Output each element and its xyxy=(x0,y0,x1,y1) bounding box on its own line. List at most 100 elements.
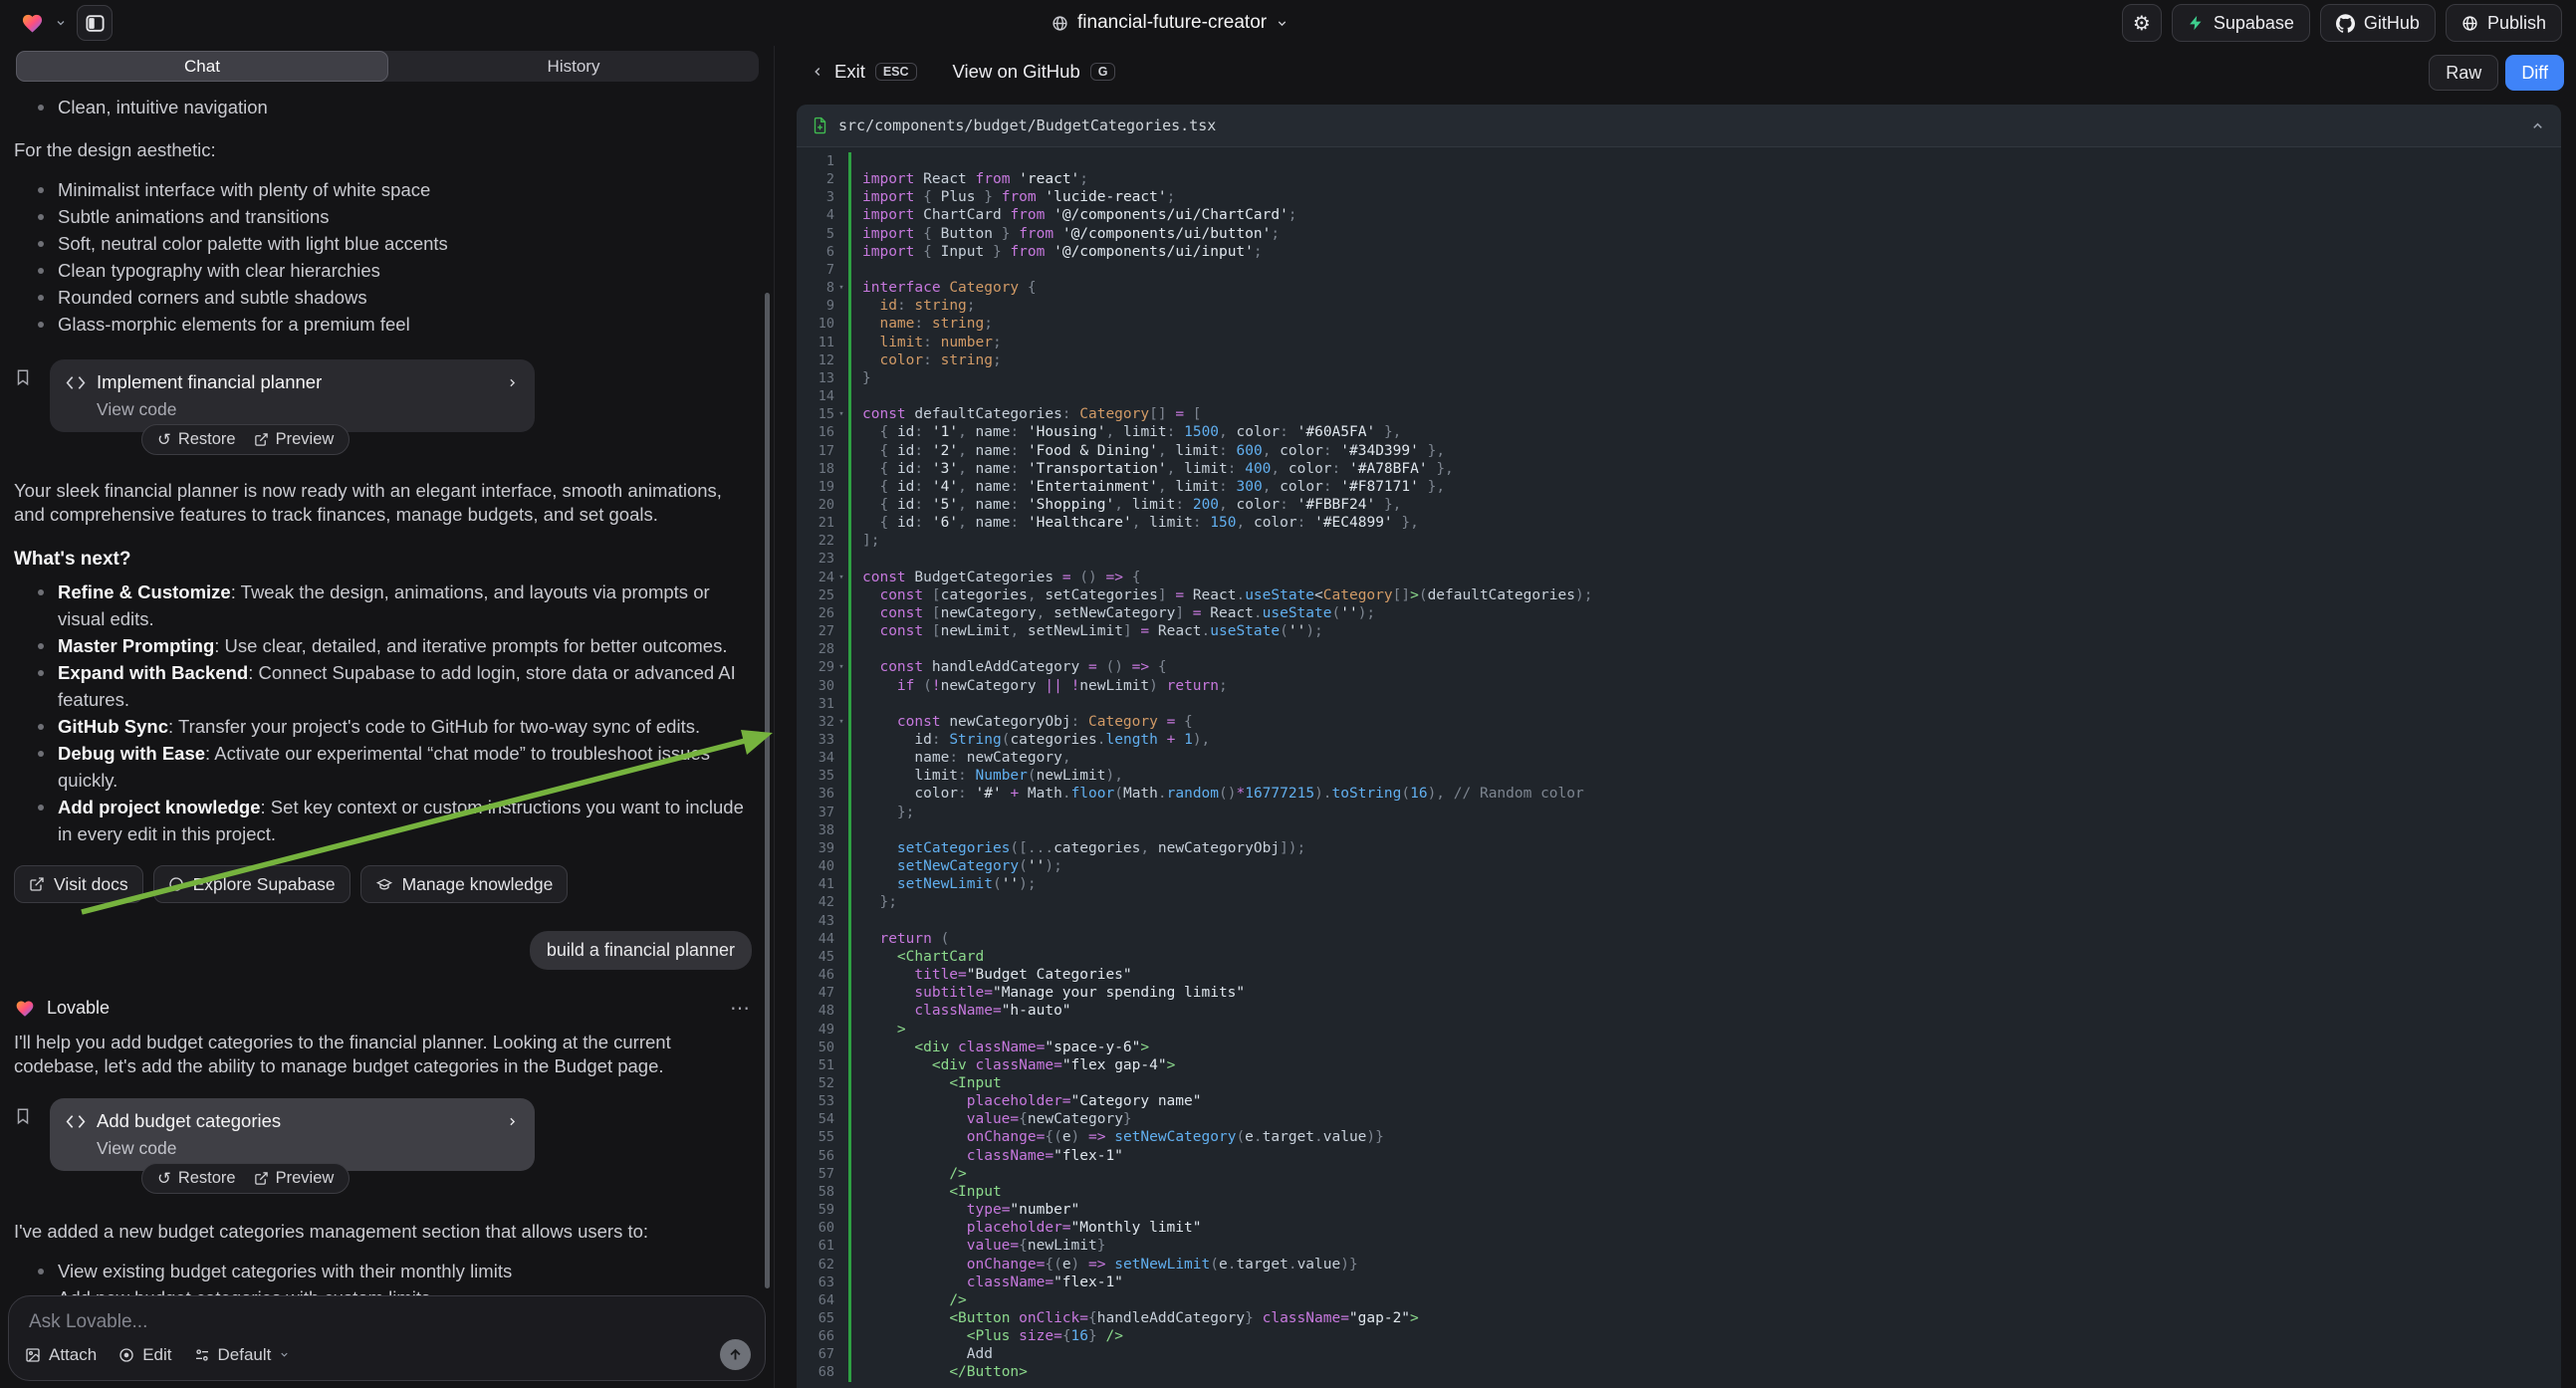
line-number: 59 xyxy=(797,1201,834,1219)
chevron-down-icon[interactable] xyxy=(55,17,67,29)
code-line: 64 /> xyxy=(797,1291,2561,1309)
tab-history[interactable]: History xyxy=(388,51,759,82)
restore-button[interactable]: ↺Restore xyxy=(157,1169,236,1188)
fold-chevron-icon xyxy=(834,1273,848,1291)
fold-chevron-icon xyxy=(834,460,848,478)
intro-paragraph: I'll help you add budget categories to t… xyxy=(14,1031,752,1078)
bookmark-icon[interactable] xyxy=(14,367,32,387)
code-line: 35 limit: Number(newLimit), xyxy=(797,767,2561,785)
version-card-add-budget-categories[interactable]: Add budget categories View code xyxy=(50,1098,535,1171)
fold-chevron-icon xyxy=(834,1327,848,1345)
line-number: 19 xyxy=(797,478,834,496)
fold-chevron-icon xyxy=(834,387,848,405)
line-number: 20 xyxy=(797,496,834,514)
visit-docs-button[interactable]: Visit docs xyxy=(14,865,143,903)
fold-chevron-icon xyxy=(834,677,848,695)
edit-button[interactable]: Edit xyxy=(118,1345,171,1365)
fold-chevron-icon[interactable]: ▾ xyxy=(834,713,848,731)
code-line: 28 xyxy=(797,640,2561,658)
line-number: 38 xyxy=(797,821,834,839)
send-button[interactable] xyxy=(720,1339,751,1370)
exit-button[interactable]: Exit ESC xyxy=(811,61,917,83)
fold-chevron-icon xyxy=(834,1183,848,1201)
bookmark-icon[interactable] xyxy=(14,1106,32,1126)
list-item: GitHub Sync: Transfer your project's cod… xyxy=(32,713,752,740)
mode-select[interactable]: Default xyxy=(194,1345,291,1365)
sidebar-toggle-button[interactable] xyxy=(77,5,113,41)
explore-supabase-button[interactable]: Explore Supabase xyxy=(153,865,351,903)
code-line: 31 xyxy=(797,695,2561,713)
fold-chevron-icon xyxy=(834,478,848,496)
top-bar: financial-future-creator ⚙ Supabase GitH… xyxy=(0,0,2576,46)
preview-button[interactable]: Preview xyxy=(254,1169,335,1188)
code-line: 7 xyxy=(797,261,2561,279)
fold-chevron-icon xyxy=(834,514,848,532)
code-editor[interactable]: 12import React from 'react';3import { Pl… xyxy=(797,147,2561,1382)
supabase-button[interactable]: Supabase xyxy=(2172,4,2310,42)
line-number: 29 xyxy=(797,658,834,676)
code-line: 41 setNewLimit(''); xyxy=(797,875,2561,893)
settings-button[interactable]: ⚙ xyxy=(2122,4,2162,42)
fold-chevron-icon xyxy=(834,839,848,857)
line-number: 55 xyxy=(797,1128,834,1146)
publish-button[interactable]: Publish xyxy=(2446,4,2562,42)
gear-icon: ⚙ xyxy=(2133,11,2151,35)
fold-chevron-icon[interactable]: ▾ xyxy=(834,569,848,586)
suggested-actions: Visit docs Explore Supabase Manage knowl… xyxy=(14,865,774,903)
tab-chat[interactable]: Chat xyxy=(16,51,388,82)
line-number: 36 xyxy=(797,785,834,803)
fold-chevron-icon xyxy=(834,442,848,460)
view-code-link[interactable]: View code xyxy=(97,399,519,420)
code-line: 46 title="Budget Categories" xyxy=(797,966,2561,984)
code-line: 45 <ChartCard xyxy=(797,948,2561,966)
file-header[interactable]: src/components/budget/BudgetCategories.t… xyxy=(797,105,2561,147)
code-line: 50 <div className="space-y-6"> xyxy=(797,1039,2561,1056)
chat-message-list[interactable]: Clean, intuitive navigation For the desi… xyxy=(0,88,774,1334)
fold-chevron-icon xyxy=(834,261,848,279)
code-line: 37 }; xyxy=(797,804,2561,821)
preview-button[interactable]: Preview xyxy=(254,430,335,449)
line-number: 52 xyxy=(797,1074,834,1092)
arrow-up-icon xyxy=(728,1347,743,1362)
fold-chevron-icon xyxy=(834,930,848,948)
restore-button[interactable]: ↺Restore xyxy=(157,430,236,449)
view-code-link[interactable]: View code xyxy=(97,1138,519,1159)
fold-chevron-icon[interactable]: ▾ xyxy=(834,658,848,676)
chat-composer[interactable]: Ask Lovable... Attach Edit Default xyxy=(8,1295,766,1381)
diff-toggle-button[interactable]: Diff xyxy=(2505,55,2564,91)
code-line: 62 onChange={(e) => setNewLimit(e.target… xyxy=(797,1256,2561,1273)
view-on-github-button[interactable]: View on GitHub G xyxy=(953,61,1116,83)
code-line: 18 { id: '3', name: 'Transportation', li… xyxy=(797,460,2561,478)
collapse-file-button[interactable] xyxy=(2530,118,2545,133)
file-path: src/components/budget/BudgetCategories.t… xyxy=(838,116,2519,134)
github-button[interactable]: GitHub xyxy=(2320,4,2436,42)
line-number: 64 xyxy=(797,1291,834,1309)
fold-chevron-icon xyxy=(834,1128,848,1146)
code-line: 6import { Input } from '@/components/ui/… xyxy=(797,243,2561,261)
project-switcher[interactable]: financial-future-creator xyxy=(1052,0,1288,46)
assistant-message-1: Clean, intuitive navigation For the desi… xyxy=(0,94,774,847)
fold-chevron-icon xyxy=(834,1074,848,1092)
attach-button[interactable]: Attach xyxy=(25,1345,97,1365)
line-number: 50 xyxy=(797,1039,834,1056)
chat-input[interactable]: Ask Lovable... xyxy=(29,1311,147,1333)
lovable-logo-icon[interactable] xyxy=(20,12,45,35)
code-line: 59 type="number" xyxy=(797,1201,2561,1219)
manage-knowledge-button[interactable]: Manage knowledge xyxy=(360,865,569,903)
fold-chevron-icon xyxy=(834,1165,848,1183)
chat-scrollbar[interactable] xyxy=(765,293,770,1288)
version-card-implement-financial-planner[interactable]: Implement financial planner View code xyxy=(50,359,535,432)
line-number: 24 xyxy=(797,569,834,586)
line-number: 14 xyxy=(797,387,834,405)
list-item: Debug with Ease: Activate our experiment… xyxy=(32,740,752,794)
fold-chevron-icon xyxy=(834,550,848,568)
fold-chevron-icon xyxy=(834,893,848,911)
code-line: 25 const [categories, setCategories] = R… xyxy=(797,586,2561,604)
code-line: 21 { id: '6', name: 'Healthcare', limit:… xyxy=(797,514,2561,532)
line-number: 31 xyxy=(797,695,834,713)
fold-chevron-icon xyxy=(834,1056,848,1074)
fold-chevron-icon[interactable]: ▾ xyxy=(834,279,848,297)
raw-toggle-button[interactable]: Raw xyxy=(2429,55,2498,91)
message-menu-button[interactable]: ⋯ xyxy=(730,996,752,1021)
fold-chevron-icon[interactable]: ▾ xyxy=(834,405,848,423)
